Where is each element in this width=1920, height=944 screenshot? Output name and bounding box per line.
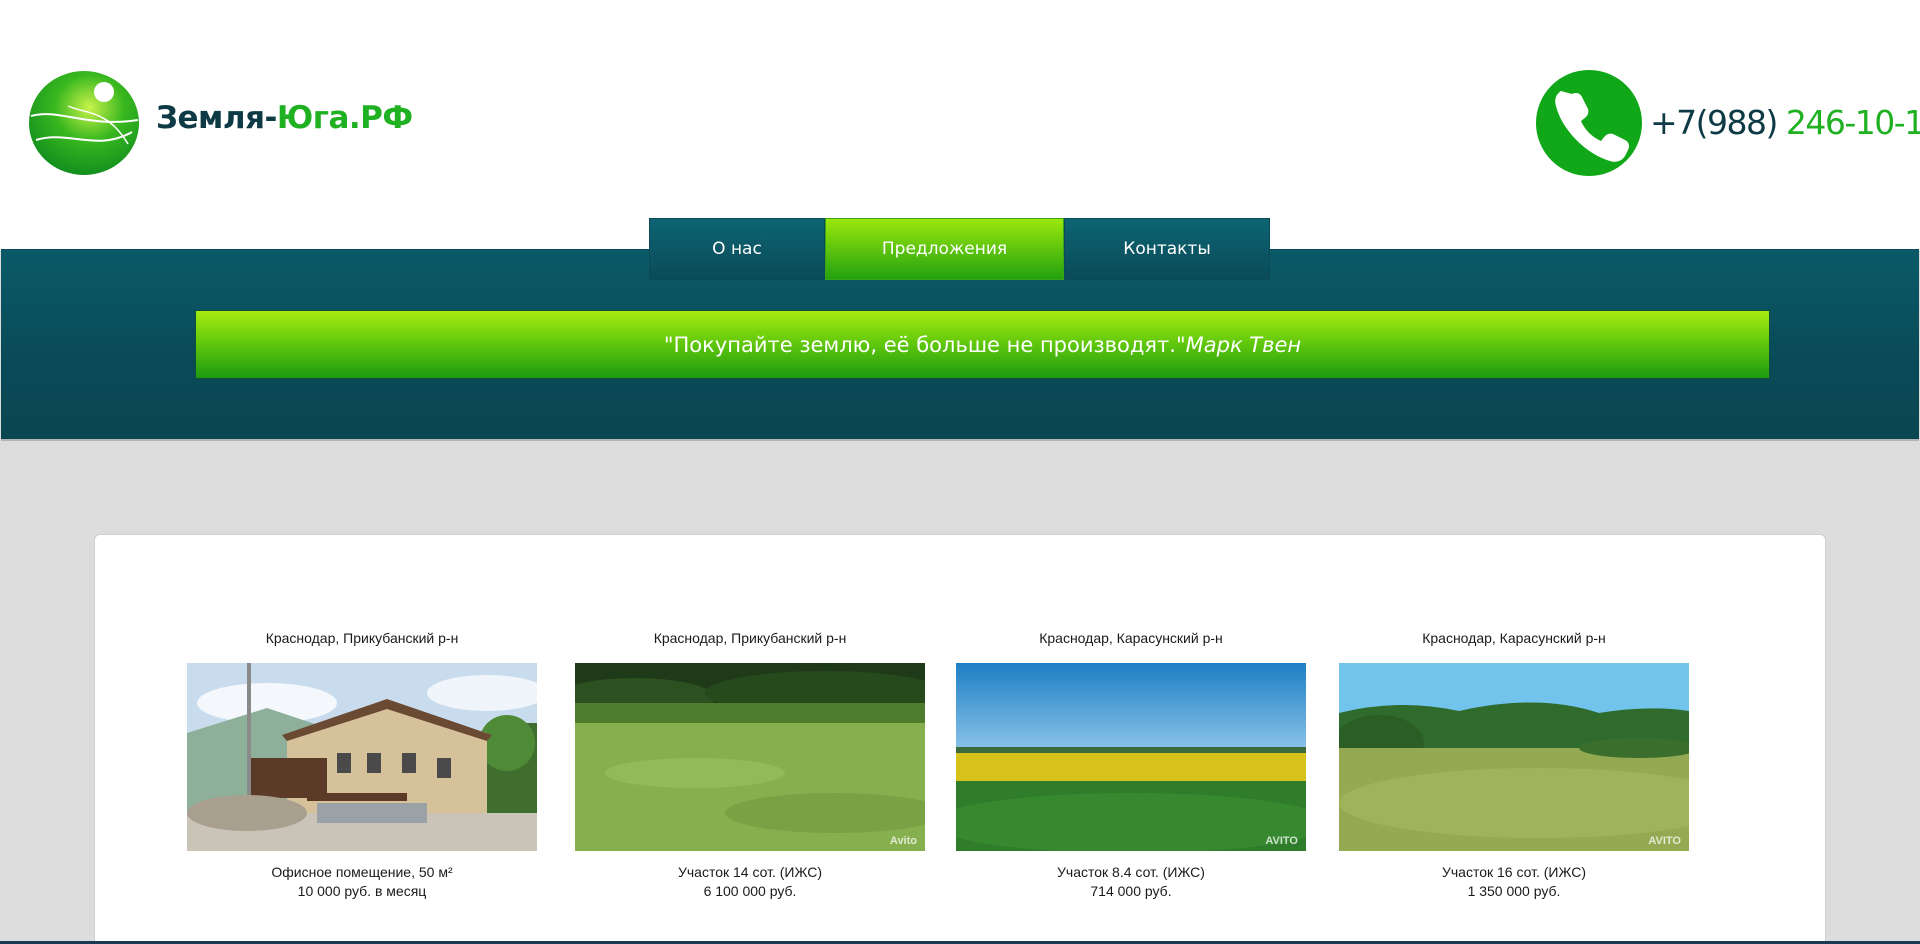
- quote-text: "Покупайте землю, её больше не производя…: [663, 332, 1186, 357]
- listing-title: Участок 8.4 сот. (ИЖС): [1057, 864, 1205, 880]
- globe-logo-icon[interactable]: [28, 70, 140, 176]
- phone-digits: 246-10-10: [1785, 103, 1920, 142]
- listing-card[interactable]: Краснодар, Карасунский р-н AVITO Участок…: [956, 630, 1306, 901]
- phone-number[interactable]: +7(988) 246-10-10: [1650, 103, 1920, 142]
- site-header: Земля-Юга.РФ +7(988) 246-10-10: [0, 0, 1920, 250]
- listing-price: 714 000 руб.: [1090, 883, 1172, 899]
- nav-item-about[interactable]: О нас: [649, 218, 825, 280]
- listing-price: 1 350 000 руб.: [1467, 883, 1561, 899]
- brand-part-2: Юга: [276, 100, 350, 136]
- phone-icon[interactable]: [1536, 70, 1642, 176]
- listing-card[interactable]: Краснодар, Прикубанский р-н Офисное поме…: [187, 630, 537, 901]
- main-nav: О нас Предложения Контакты: [649, 218, 1270, 280]
- listing-price: 10 000 руб. в месяц: [297, 883, 427, 899]
- listing-title: Участок 16 сот. (ИЖС): [1441, 864, 1587, 880]
- listing-photo-hills[interactable]: [1339, 663, 1689, 851]
- listing-photo-house[interactable]: [187, 663, 537, 851]
- quote-banner: "Покупайте землю, её больше не производя…: [195, 310, 1770, 379]
- listing-location: Краснодар, Карасунский р-н: [1039, 630, 1223, 646]
- listing-location: Краснодар, Прикубанский р-н: [265, 630, 459, 646]
- listing-title: Офисное помещение, 50 м²: [271, 864, 453, 880]
- watermark-text: Avito: [889, 835, 917, 847]
- listing-photo-sunflower-field[interactable]: [956, 663, 1306, 851]
- listing-location: Краснодар, Карасунский р-н: [1422, 630, 1606, 646]
- nav-item-contacts[interactable]: Контакты: [1064, 218, 1270, 280]
- listing-price: 6 100 000 руб.: [703, 883, 797, 899]
- brand-part-1: Земля-: [156, 100, 277, 136]
- phone-prefix: +7(988): [1650, 103, 1786, 142]
- brand-part-3: .РФ: [348, 100, 413, 136]
- quote-author: Марк Твен: [1185, 332, 1302, 357]
- listing-photo-meadow[interactable]: [575, 663, 925, 851]
- listing-card[interactable]: Краснодар, Карасунский р-н AVITO Участок…: [1339, 630, 1689, 901]
- listing-title: Участок 14 сот. (ИЖС): [677, 864, 823, 880]
- listing-location: Краснодар, Прикубанский р-н: [653, 630, 847, 646]
- nav-item-offers[interactable]: Предложения: [825, 218, 1064, 280]
- brand-name[interactable]: Земля-Юга.РФ: [156, 100, 413, 136]
- watermark-text: AVITO: [1648, 835, 1681, 847]
- listing-card[interactable]: Краснодар, Прикубанский р-н Avito Участо…: [575, 630, 925, 901]
- watermark-text: AVITO: [1265, 835, 1298, 847]
